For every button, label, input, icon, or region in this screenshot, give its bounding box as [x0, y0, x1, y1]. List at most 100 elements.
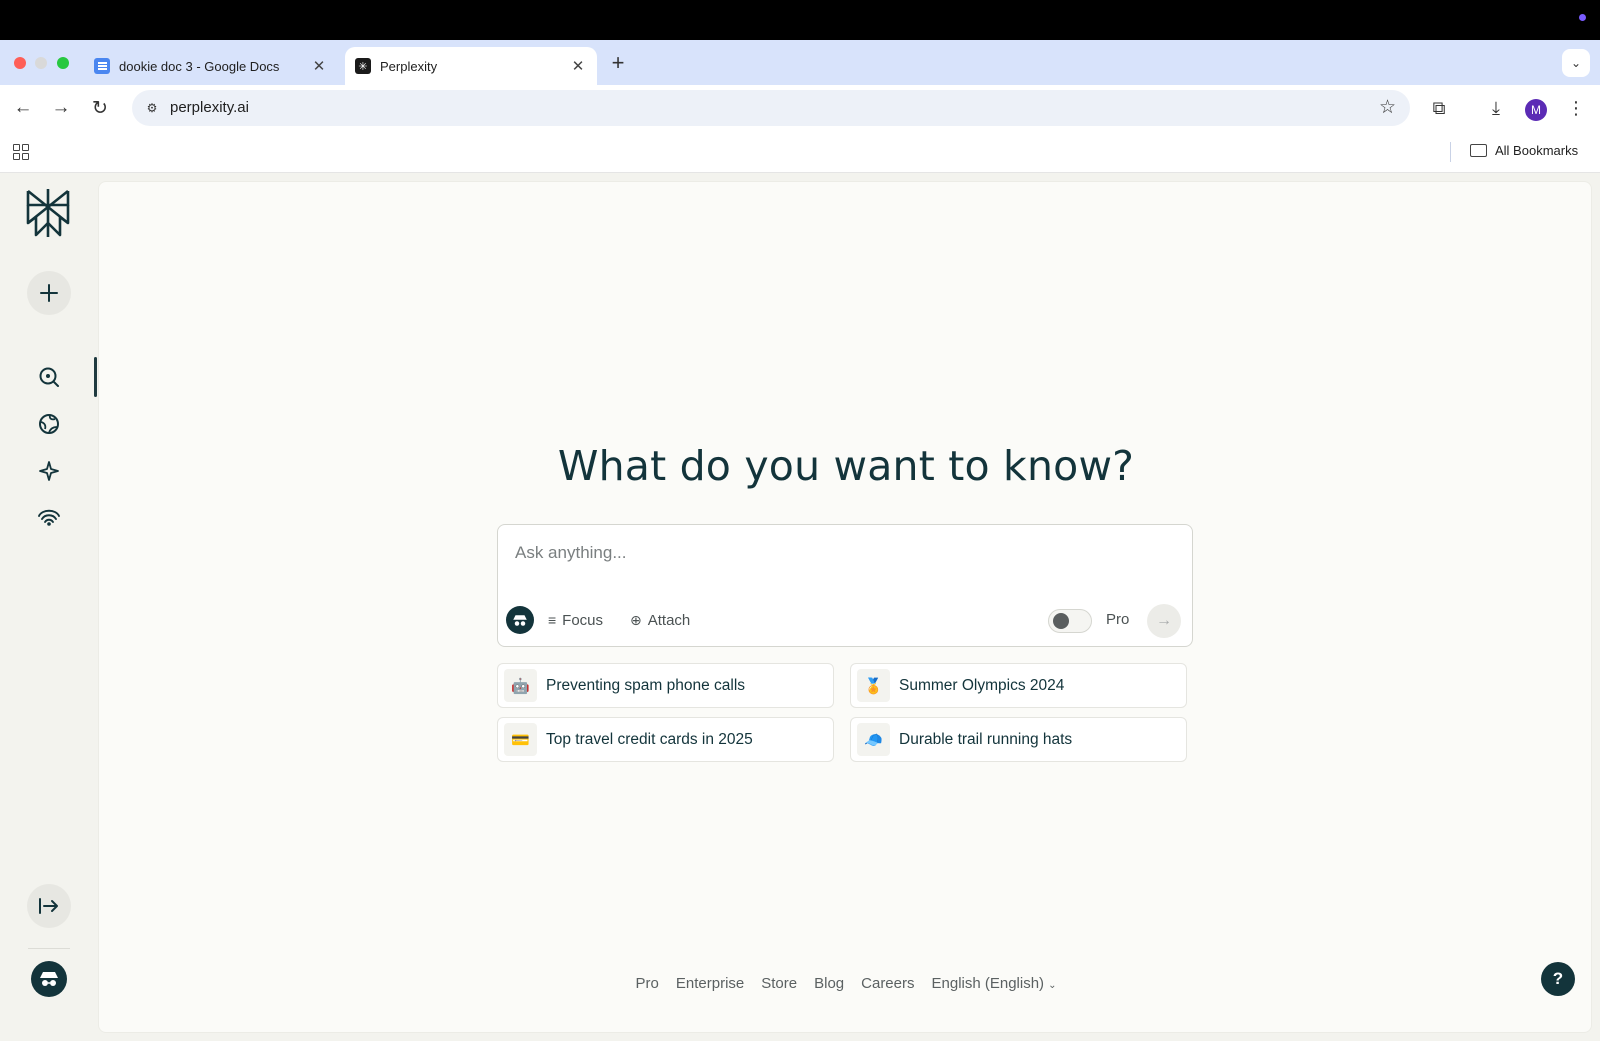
suggestion-label: Top travel credit cards in 2025 — [546, 730, 753, 748]
tab-google-docs[interactable]: dookie doc 3 - Google Docs ✕ — [84, 47, 338, 85]
sidebar — [0, 173, 97, 1041]
status-dot-icon — [1579, 14, 1586, 21]
medal-icon: 🏅 — [857, 669, 890, 702]
focus-button[interactable]: ≡ Focus — [548, 609, 603, 631]
sidebar-item-discover[interactable] — [34, 409, 64, 439]
browser-toolbar: ← → ↻ ⚙ perplexity.ai ☆ ⧉ ⤓ M ⋮ — [0, 85, 1600, 130]
suggestion-item[interactable]: 🧢 Durable trail running hats — [850, 717, 1187, 762]
expand-sidebar-button[interactable] — [27, 884, 71, 928]
pro-label: Pro — [1106, 611, 1130, 628]
language-label: English (English) — [931, 975, 1045, 992]
apps-grid-icon[interactable] — [13, 144, 29, 160]
divider — [1450, 142, 1451, 162]
tab-title: dookie doc 3 - Google Docs — [119, 58, 280, 74]
globe-icon — [39, 414, 59, 434]
browser-menu-button[interactable]: ⋮ — [1562, 94, 1590, 122]
credit-card-icon: 💳 — [504, 723, 537, 756]
arrow-right-icon: → — [1156, 612, 1172, 629]
site-info-icon[interactable]: ⚙ — [140, 96, 164, 120]
footer: Pro Enterprise Store Blog Careers Englis… — [99, 975, 1593, 992]
address-bar[interactable]: ⚙ perplexity.ai ☆ — [132, 90, 1410, 126]
arrow-right-bar-icon — [39, 898, 58, 914]
model-selector-button[interactable] — [506, 606, 534, 634]
window-close-button[interactable] — [14, 57, 26, 69]
toggle-knob — [1053, 613, 1069, 629]
download-icon: ⤓ — [1492, 97, 1500, 118]
submit-button[interactable]: → — [1147, 604, 1181, 638]
suggestion-item[interactable]: 🤖 Preventing spam phone calls — [497, 663, 834, 708]
broadcast-icon — [38, 509, 60, 526]
add-circle-icon: ⊕ — [630, 611, 642, 628]
arrow-left-icon: ← — [13, 97, 33, 118]
reload-icon: ↻ — [92, 97, 108, 119]
attach-button[interactable]: ⊕ Attach — [630, 609, 690, 631]
incognito-icon — [40, 972, 58, 986]
bookmarks-bar: All Bookmarks — [0, 130, 1600, 173]
footer-link-careers[interactable]: Careers — [861, 975, 914, 992]
perplexity-app: What do you want to know? ≡ Focus ⊕ Atta… — [0, 173, 1600, 1041]
window-zoom-button[interactable] — [57, 57, 69, 69]
extensions-button[interactable]: ⧉ — [1425, 94, 1453, 122]
perplexity-icon: ✳ — [355, 58, 371, 74]
plus-icon — [40, 284, 58, 302]
footer-link-store[interactable]: Store — [761, 975, 797, 992]
footer-link-pro[interactable]: Pro — [636, 975, 659, 992]
new-thread-button[interactable] — [27, 271, 71, 315]
page-title: What do you want to know? — [557, 442, 1135, 490]
bookmark-star-icon[interactable]: ☆ — [1379, 96, 1396, 119]
back-button[interactable]: ← — [9, 94, 37, 122]
user-avatar[interactable] — [31, 961, 67, 997]
focus-label: Focus — [562, 611, 604, 629]
cap-icon: 🧢 — [857, 723, 890, 756]
os-menu-bar — [0, 0, 1600, 40]
arrow-right-icon: → — [51, 97, 71, 118]
footer-link-enterprise[interactable]: Enterprise — [676, 975, 744, 992]
chevron-down-icon: ⌄ — [1570, 56, 1582, 70]
suggestion-label: Preventing spam phone calls — [546, 676, 746, 694]
divider — [28, 948, 70, 949]
incognito-icon — [513, 614, 527, 626]
new-tab-button[interactable]: + — [607, 50, 629, 76]
profile-button[interactable]: M — [1522, 94, 1550, 122]
robot-icon: 🤖 — [504, 669, 537, 702]
help-button[interactable]: ? — [1541, 962, 1575, 996]
forward-button[interactable]: → — [47, 94, 75, 122]
suggestion-item[interactable]: 💳 Top travel credit cards in 2025 — [497, 717, 834, 762]
all-bookmarks-button[interactable]: All Bookmarks — [1470, 143, 1578, 158]
close-icon[interactable]: ✕ — [569, 57, 587, 75]
tab-strip: dookie doc 3 - Google Docs ✕ ✳ Perplexit… — [0, 40, 1600, 85]
attach-label: Attach — [647, 611, 691, 629]
puzzle-icon: ⧉ — [1432, 97, 1446, 118]
url-text[interactable]: perplexity.ai — [170, 99, 249, 116]
active-indicator — [94, 357, 97, 397]
pro-toggle[interactable] — [1048, 609, 1092, 633]
sidebar-item-library[interactable] — [34, 502, 64, 532]
tab-title: Perplexity — [380, 58, 438, 74]
suggestion-label: Summer Olympics 2024 — [899, 676, 1065, 694]
tab-perplexity[interactable]: ✳ Perplexity ✕ — [345, 47, 597, 85]
sidebar-item-home[interactable] — [34, 362, 64, 392]
window-minimize-button[interactable] — [35, 57, 47, 69]
downloads-button[interactable]: ⤓ — [1482, 94, 1510, 122]
search-input[interactable] — [515, 543, 1155, 563]
suggestion-label: Durable trail running hats — [899, 730, 1073, 748]
all-bookmarks-label: All Bookmarks — [1495, 143, 1579, 158]
close-icon[interactable]: ✕ — [310, 57, 328, 75]
more-vertical-icon: ⋮ — [1567, 97, 1585, 118]
reload-button[interactable]: ↻ — [86, 94, 114, 122]
search-box: ≡ Focus ⊕ Attach Pro → — [497, 524, 1193, 647]
language-selector[interactable]: English (English) ⌄ — [932, 975, 1057, 992]
profile-avatar: M — [1525, 98, 1547, 121]
search-circle-icon — [39, 367, 59, 387]
suggestion-item[interactable]: 🏅 Summer Olympics 2024 — [850, 663, 1187, 708]
sidebar-item-spaces[interactable] — [34, 456, 64, 486]
footer-link-blog[interactable]: Blog — [814, 975, 844, 992]
folder-icon — [1470, 144, 1487, 157]
browser-chrome: dookie doc 3 - Google Docs ✕ ✳ Perplexit… — [0, 40, 1600, 173]
perplexity-logo-icon[interactable] — [24, 187, 72, 239]
google-docs-icon — [94, 58, 110, 74]
tab-search-button[interactable]: ⌄ — [1562, 49, 1590, 77]
main-content: What do you want to know? ≡ Focus ⊕ Atta… — [98, 181, 1592, 1033]
chevron-down-icon: ⌄ — [1048, 980, 1057, 991]
filter-icon: ≡ — [548, 612, 557, 628]
